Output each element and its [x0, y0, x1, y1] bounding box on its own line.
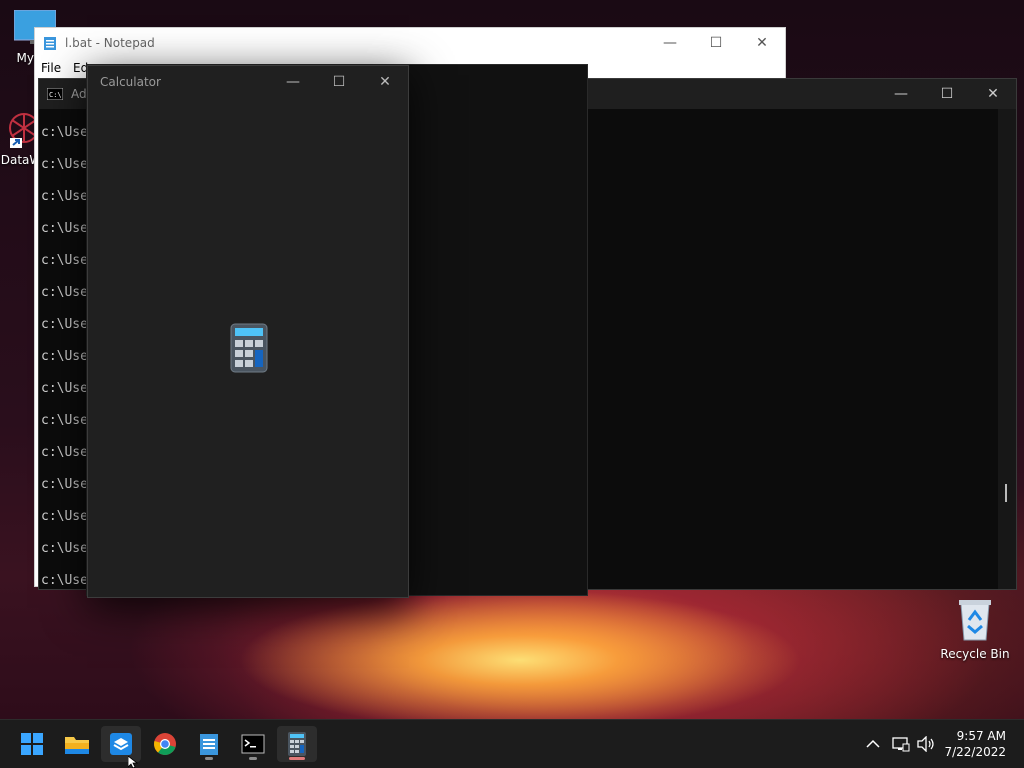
calculator-window[interactable]: Calculator — ☐ ✕	[87, 65, 409, 598]
network-button[interactable]	[892, 720, 910, 768]
calculator-title: Calculator	[100, 75, 161, 89]
console-line: c:\Use	[41, 189, 88, 204]
calculator-icon	[288, 732, 306, 756]
notepad-app-icon	[44, 37, 56, 50]
start-button[interactable]	[12, 726, 52, 762]
console-line: c:\Use	[41, 125, 88, 140]
console-line: c:\Use	[41, 349, 88, 364]
desktop-icon-recycle-bin[interactable]: Recycle Bin	[940, 598, 1010, 661]
mouse-cursor-icon	[128, 756, 139, 768]
console-line: c:\Use	[41, 285, 88, 300]
active-indicator	[289, 757, 305, 760]
taskbar-calculator[interactable]	[277, 726, 317, 762]
network-icon	[892, 737, 910, 752]
notepad-title: l.bat - Notepad	[65, 36, 155, 50]
clock-date: 7/22/2022	[944, 745, 1006, 759]
menu-file[interactable]: File	[41, 61, 61, 75]
calculator-minimize-button[interactable]: —	[270, 67, 316, 97]
console-line: c:\Use	[41, 317, 88, 332]
calculator-splash-icon	[230, 323, 268, 373]
notepad-minimize-button[interactable]: —	[647, 28, 693, 58]
console-line: c:\Use	[41, 381, 88, 396]
desktop: My Co DataW Recycle Bin	[0, 0, 1024, 768]
console-line: c:\Use	[41, 445, 88, 460]
console-output: c:\Use c:\Use c:\Use c:\Use c:\Use c:\Us…	[41, 125, 88, 605]
recycle-bin-icon	[959, 600, 991, 641]
svg-text:C:\: C:\	[49, 91, 62, 99]
console-scrollbar-thumb[interactable]	[1005, 484, 1007, 502]
console-minimize-button[interactable]: —	[878, 79, 924, 109]
console-line: c:\Use	[41, 477, 88, 492]
chevron-up-icon	[866, 739, 880, 748]
taskbar: 9:57 AM 7/22/2022	[0, 719, 1024, 768]
notepad-icon	[200, 734, 218, 755]
taskbar-notepad[interactable]	[189, 726, 229, 762]
taskbar-file-explorer[interactable]	[57, 726, 97, 762]
cmd-app-icon: C:\	[47, 88, 63, 100]
desktop-icon-label: Recycle Bin	[940, 647, 1010, 661]
console-scrollbar[interactable]	[998, 109, 1016, 589]
tray-overflow-button[interactable]	[866, 720, 880, 768]
console-line: c:\Use	[41, 253, 88, 268]
notepad-close-button[interactable]: ✕	[739, 28, 785, 58]
console-line: c:\Use	[41, 573, 88, 588]
running-indicator	[249, 757, 257, 760]
terminal-icon	[241, 734, 265, 754]
speaker-icon	[917, 736, 934, 752]
clock-time: 9:57 AM	[956, 729, 1006, 743]
taskbar-chrome[interactable]	[145, 726, 185, 762]
running-indicator	[205, 757, 213, 760]
chrome-icon	[154, 733, 176, 755]
calculator-maximize-button[interactable]: ☐	[316, 67, 362, 97]
app-installer-icon	[110, 733, 132, 755]
console-line: c:\Use	[41, 541, 88, 556]
notepad-maximize-button[interactable]: ☐	[693, 28, 739, 58]
start-icon	[21, 733, 43, 755]
console-line: c:\Use	[41, 509, 88, 524]
file-explorer-icon	[65, 737, 89, 754]
console-close-button[interactable]: ✕	[970, 79, 1016, 109]
console-line: c:\Use	[41, 221, 88, 236]
volume-button[interactable]	[916, 720, 936, 768]
console-maximize-button[interactable]: ☐	[924, 79, 970, 109]
console-line: c:\Use	[41, 157, 88, 172]
console-line: c:\Use	[41, 413, 88, 428]
calculator-close-button[interactable]: ✕	[362, 67, 408, 97]
taskbar-clock[interactable]: 9:57 AM 7/22/2022	[944, 728, 1006, 760]
taskbar-terminal[interactable]	[233, 726, 273, 762]
